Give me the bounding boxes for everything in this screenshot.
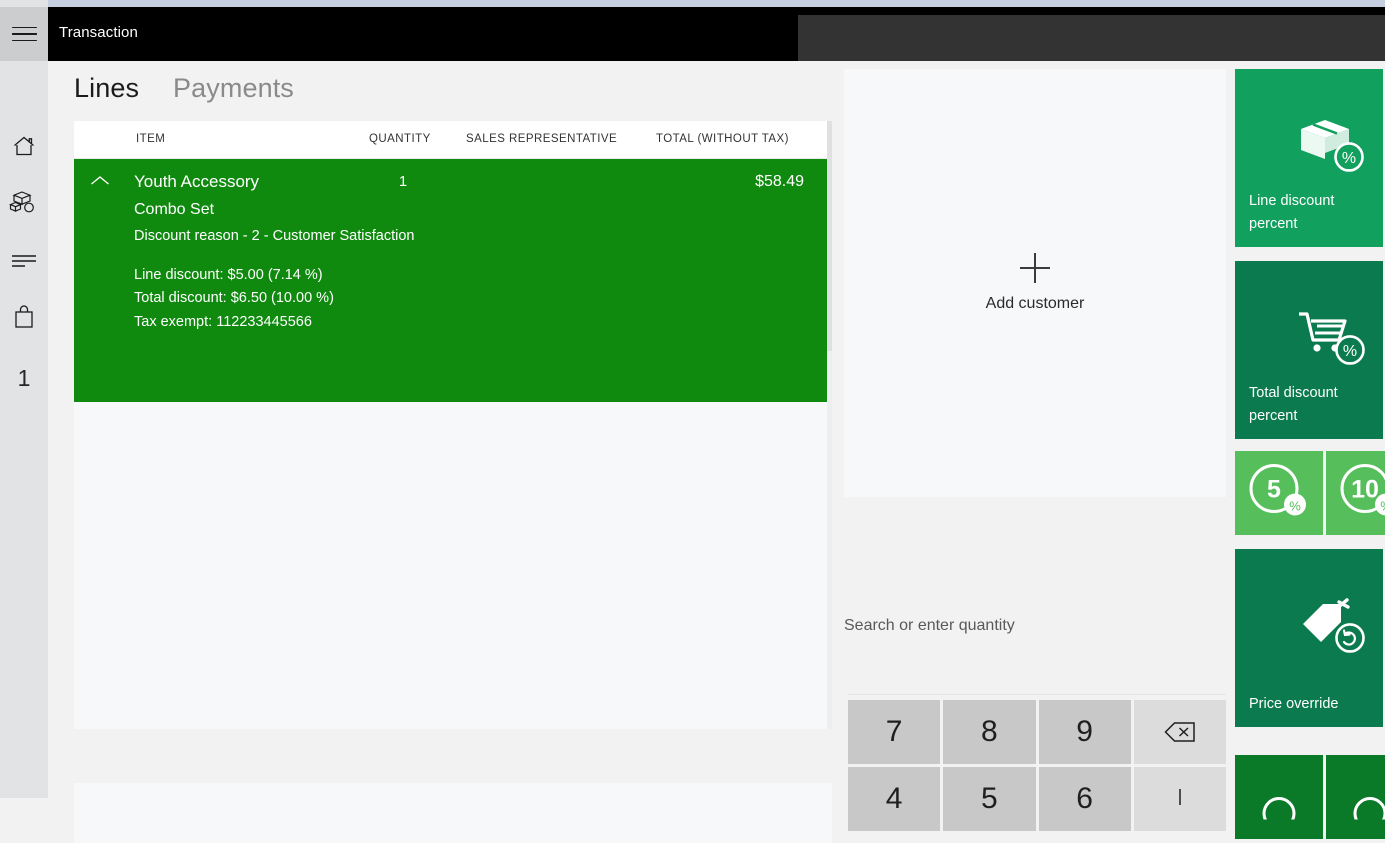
app-header: Transaction bbox=[48, 7, 1385, 61]
tag-undo-icon bbox=[1295, 594, 1371, 665]
sidebar-item-bag[interactable] bbox=[0, 291, 48, 348]
lines-icon bbox=[10, 252, 38, 273]
lines-card: ITEM QUANTITY SALES REPRESENTATIVE TOTAL… bbox=[74, 121, 832, 729]
row-variant: Combo Set bbox=[134, 201, 215, 218]
partial-tile-icon bbox=[1340, 770, 1385, 830]
partial-tile-icon bbox=[1249, 770, 1309, 830]
lines-table-header: ITEM QUANTITY SALES REPRESENTATIVE TOTAL… bbox=[74, 121, 832, 159]
column-header-sales-representative: SALES REPRESENTATIVE bbox=[466, 133, 618, 145]
row-line-discount: Line discount: $5.00 (7.14 %) bbox=[134, 267, 323, 283]
row-quantity: 1 bbox=[398, 173, 408, 190]
products-icon bbox=[8, 190, 39, 221]
row-tax-exempt: Tax exempt: 112233445566 bbox=[134, 314, 312, 330]
sidebar-item-products[interactable] bbox=[0, 177, 48, 234]
tab-lines[interactable]: Lines bbox=[74, 73, 139, 104]
totals-card bbox=[74, 783, 832, 843]
svg-text:%: % bbox=[1380, 499, 1385, 514]
center-column: Add customer 7 8 9 4 5 6 bbox=[844, 61, 1234, 831]
tile-percent-value: 10 bbox=[1351, 476, 1379, 504]
tile-label: Price override bbox=[1249, 695, 1339, 712]
sidebar-item-home[interactable] bbox=[0, 120, 48, 177]
numpad-key-8[interactable]: 8 bbox=[943, 700, 1036, 764]
row-discount-reason: Discount reason - 2 - Customer Satisfact… bbox=[134, 228, 415, 244]
tile-line-discount-percent[interactable]: % Line discount percent bbox=[1235, 69, 1383, 247]
numeric-keypad: 7 8 9 4 5 6 bbox=[848, 694, 1226, 831]
svg-text:%: % bbox=[1343, 343, 1357, 360]
sidebar-counter[interactable]: 1 bbox=[0, 350, 48, 407]
tile-total-discount-percent[interactable]: % Total discount percent bbox=[1235, 261, 1383, 439]
add-customer-label: Add customer bbox=[985, 295, 1085, 312]
row-total-discount: Total discount: $6.50 (10.00 %) bbox=[134, 290, 334, 306]
row-item-name: Youth Accessory bbox=[134, 172, 260, 191]
tile-discount-10-percent[interactable]: 10 % bbox=[1326, 451, 1385, 535]
action-tiles-panel: % Line discount percent % Total discount… bbox=[1235, 61, 1385, 839]
svg-text:%: % bbox=[1289, 499, 1301, 514]
tile-label: Total discount percent bbox=[1249, 385, 1338, 424]
tile-discount-5-percent[interactable]: 5 % bbox=[1235, 451, 1323, 535]
add-customer-button[interactable]: Add customer bbox=[844, 69, 1226, 497]
header-right-panel bbox=[798, 15, 1385, 61]
svg-text:%: % bbox=[1342, 150, 1356, 167]
search-input[interactable] bbox=[844, 606, 1226, 646]
hamburger-icon bbox=[11, 22, 37, 47]
tab-payments[interactable]: Payments bbox=[173, 73, 294, 104]
page-title: Transaction bbox=[59, 24, 138, 41]
column-header-item: ITEM bbox=[136, 133, 166, 145]
table-row[interactable]: Youth Accessory 1 $58.49 Combo Set Disco… bbox=[74, 159, 832, 402]
sidebar-counter-value: 1 bbox=[17, 365, 31, 391]
percent-circle-icon: 10 % bbox=[1337, 460, 1385, 527]
transaction-tabs: Lines Payments bbox=[74, 73, 294, 104]
percent-circle-icon: 5 % bbox=[1246, 460, 1312, 527]
workspace: Lines Payments ITEM QUANTITY SALES REPRE… bbox=[48, 61, 1385, 843]
column-header-total: TOTAL (WITHOUT TAX) bbox=[656, 133, 789, 145]
bag-icon bbox=[12, 304, 36, 335]
lines-scrollbar[interactable] bbox=[827, 121, 832, 729]
left-navigation-rail: 1 bbox=[0, 0, 48, 798]
numpad-key-9[interactable]: 9 bbox=[1038, 700, 1131, 764]
backspace-icon bbox=[1163, 720, 1197, 744]
numpad-key-4[interactable]: 4 bbox=[848, 767, 941, 831]
tile-partial-left[interactable] bbox=[1235, 755, 1323, 839]
numpad-key-enter[interactable] bbox=[1133, 767, 1226, 831]
search-row bbox=[844, 606, 1226, 664]
plus-icon bbox=[1020, 253, 1050, 283]
window-top-strip bbox=[0, 0, 1385, 7]
numpad-key-7[interactable]: 7 bbox=[848, 700, 941, 764]
row-total: $58.49 bbox=[755, 173, 804, 190]
enter-icon bbox=[1167, 787, 1193, 811]
numpad-key-backspace[interactable] bbox=[1133, 700, 1226, 764]
tile-label: Line discount percent bbox=[1249, 193, 1335, 232]
tile-partial-right[interactable] bbox=[1326, 755, 1385, 839]
tile-price-override[interactable]: Price override bbox=[1235, 549, 1383, 727]
column-header-quantity: QUANTITY bbox=[369, 133, 431, 145]
hamburger-menu-button[interactable] bbox=[0, 7, 48, 61]
home-icon bbox=[11, 134, 37, 163]
lines-column: Lines Payments ITEM QUANTITY SALES REPRE… bbox=[48, 61, 838, 843]
sidebar-item-lines[interactable] bbox=[0, 234, 48, 291]
chevron-up-icon[interactable] bbox=[90, 175, 110, 187]
cart-percent-icon: % bbox=[1295, 306, 1371, 377]
box-percent-icon: % bbox=[1295, 114, 1371, 185]
tile-percent-value: 5 bbox=[1267, 476, 1281, 504]
numpad-key-5[interactable]: 5 bbox=[943, 767, 1036, 831]
numpad-key-6[interactable]: 6 bbox=[1038, 767, 1131, 831]
